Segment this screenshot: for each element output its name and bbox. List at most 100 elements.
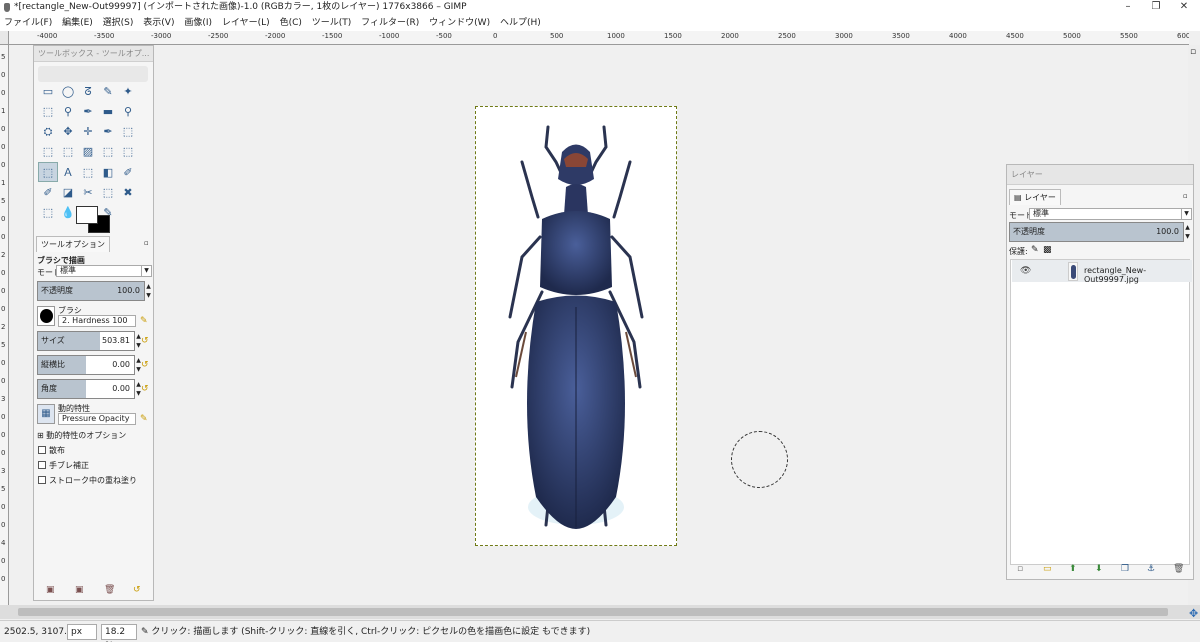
menu-filters[interactable]: フィルター(R) <box>357 15 422 31</box>
menu-file[interactable]: ファイル(F) <box>0 15 55 31</box>
brush-name-field[interactable]: 2. Hardness 100 <box>58 315 136 327</box>
menu-help[interactable]: ヘルプ(H) <box>496 15 544 31</box>
save-options-icon[interactable]: ▣ <box>46 585 55 595</box>
tool-button-icon[interactable]: ⬚ <box>38 162 58 182</box>
minimize-button[interactable]: – <box>1114 0 1142 15</box>
tool-button-icon[interactable]: ✖ <box>118 183 138 203</box>
scroll-thumb[interactable] <box>18 608 1168 616</box>
lock-pixels-icon[interactable]: ✎ <box>1031 245 1039 255</box>
opacity-spin[interactable]: ▲ ▼ <box>145 282 152 300</box>
tool-button-icon[interactable]: ⬚ <box>118 142 138 162</box>
color-area[interactable] <box>76 206 116 236</box>
delete-options-icon[interactable]: 🗑 <box>104 585 115 595</box>
tool-button-icon[interactable]: ▨ <box>78 142 98 162</box>
menu-colors[interactable]: 色(C) <box>276 15 305 31</box>
ruler-corner[interactable] <box>0 31 9 45</box>
tool-button-icon[interactable]: ⬚ <box>78 163 98 183</box>
smoothing-checkbox[interactable] <box>38 461 46 469</box>
tool-button-icon[interactable]: ᘔ <box>78 82 98 102</box>
tool-button-icon[interactable]: ⬚ <box>38 203 58 223</box>
tab-layers[interactable]: ▤ レイヤー <box>1009 189 1061 205</box>
anchor-layer-icon[interactable]: ⚓ <box>1147 564 1155 574</box>
size-slider[interactable]: サイズ 503.81 ▲ ▼ <box>37 331 141 351</box>
new-layer-icon[interactable]: ▫ <box>1017 564 1023 574</box>
scatter-checkbox[interactable] <box>38 446 46 454</box>
edit-brush-icon[interactable]: ✎ <box>140 316 148 326</box>
reset-options-icon[interactable]: ↺ <box>133 585 141 595</box>
layer-name[interactable]: rectangle_New-Out99997.jpg <box>1084 266 1192 284</box>
layer-row[interactable]: 👁 rectangle_New-Out99997.jpg <box>1012 260 1192 284</box>
horizontal-scrollbar[interactable] <box>0 605 1200 619</box>
tool-button-icon[interactable]: ✥ <box>58 122 78 142</box>
menu-windows[interactable]: ウィンドウ(W) <box>425 15 493 31</box>
foreground-color[interactable] <box>76 206 98 224</box>
tool-button-icon[interactable]: ▭ <box>38 82 58 102</box>
maximize-button[interactable]: ❐ <box>1142 0 1170 15</box>
image-canvas[interactable] <box>475 106 677 546</box>
tool-button-icon[interactable]: ◯ <box>58 82 78 102</box>
mode-select[interactable]: 標準 ▼ <box>56 265 152 277</box>
horizontal-ruler[interactable]: -4000 -3500 -3000 -2500 -2000 -1500 -1000 -500 0… <box>9 31 1189 45</box>
dynamics-preview-icon[interactable]: ▦ <box>37 404 55 424</box>
tool-button-icon[interactable]: ⬚ <box>38 142 58 162</box>
reset-aspect-icon[interactable]: ↺ <box>141 360 149 370</box>
tool-button-icon[interactable]: ✐ <box>118 163 138 183</box>
layer-opacity-slider[interactable]: 不透明度 100.0 ▲ ▼ <box>1009 222 1190 242</box>
tool-button-icon[interactable]: ⬚ <box>58 142 78 162</box>
close-button[interactable]: ✕ <box>1170 0 1198 15</box>
unit-select[interactable]: px <box>67 624 97 640</box>
tool-button-icon[interactable]: ⬚ <box>118 122 138 142</box>
wilber-drop-area[interactable] <box>38 66 148 82</box>
menu-edit[interactable]: 編集(E) <box>58 15 96 31</box>
tool-button-icon[interactable]: ⚲ <box>118 102 138 122</box>
tool-button-icon[interactable]: ◪ <box>58 183 78 203</box>
restore-options-icon[interactable]: ▣ <box>75 585 84 595</box>
tool-button-icon[interactable]: ✒ <box>98 122 118 142</box>
new-group-icon[interactable]: ▭ <box>1043 564 1052 574</box>
angle-slider[interactable]: 角度 0.00 ▲ ▼ <box>37 379 141 399</box>
tool-button-icon[interactable]: 💧 <box>58 203 78 223</box>
menu-view[interactable]: 表示(V) <box>139 15 177 31</box>
layer-opacity-spin[interactable]: ▲ ▼ <box>1184 223 1191 241</box>
tool-button-icon[interactable]: ⬚ <box>98 183 118 203</box>
tool-button-icon[interactable]: ✦ <box>118 82 138 102</box>
menu-layer[interactable]: レイヤー(L) <box>218 15 273 31</box>
tab-tool-options[interactable]: ツールオプション <box>36 236 110 252</box>
brush-preview[interactable] <box>37 306 55 326</box>
zoom-select[interactable]: 18.2 % <box>101 624 137 642</box>
tool-button-icon[interactable]: ✛ <box>78 122 98 142</box>
delete-layer-icon[interactable]: 🗑 <box>1173 564 1184 574</box>
navigate-icon[interactable]: ✥ <box>1189 607 1198 620</box>
zoom-toggle-icon[interactable]: ▫ <box>1190 47 1196 57</box>
duplicate-layer-icon[interactable]: ❐ <box>1121 564 1129 574</box>
raise-layer-icon[interactable]: ⬆ <box>1069 564 1077 574</box>
edit-dynamics-icon[interactable]: ✎ <box>140 414 148 424</box>
layers-panel-menu-icon[interactable]: ▫ <box>1183 192 1188 200</box>
dynamics-options-expander[interactable]: ⊞ 動的特性のオプション <box>37 430 126 441</box>
reset-angle-icon[interactable]: ↺ <box>141 384 149 394</box>
aspect-slider[interactable]: 縦横比 0.00 ▲ ▼ <box>37 355 141 375</box>
visibility-eye-icon[interactable]: 👁 <box>1020 266 1031 276</box>
menu-image[interactable]: 画像(I) <box>180 15 215 31</box>
vertical-ruler[interactable]: 5 0 0 1 0 0 0 1 5 0 0 2 0 0 0 2 5 0 0 3 0 0 0 3 5 0 0 4 0 0 <box>0 45 9 605</box>
tool-button-icon[interactable]: ✐ <box>38 183 58 203</box>
tool-button-icon[interactable]: ⬚ <box>38 102 58 122</box>
tool-button-icon[interactable]: ✂ <box>78 183 98 203</box>
lock-alpha-icon[interactable]: ▩ <box>1043 245 1052 255</box>
tool-button-icon[interactable]: ✎ <box>98 82 118 102</box>
tool-button-icon[interactable]: ⬚ <box>98 142 118 162</box>
panel-menu-icon[interactable]: ▫ <box>144 239 149 247</box>
tool-button-icon[interactable]: ◧ <box>98 163 118 183</box>
menu-tools[interactable]: ツール(T) <box>308 15 355 31</box>
layers-mode-select[interactable]: 標準 ▼ <box>1029 208 1192 220</box>
menu-select[interactable]: 選択(S) <box>99 15 137 31</box>
tool-button-icon[interactable]: ✒ <box>78 102 98 122</box>
reset-size-icon[interactable]: ↺ <box>141 336 149 346</box>
incremental-checkbox[interactable] <box>38 476 46 484</box>
dynamics-name-field[interactable]: Pressure Opacity <box>58 413 136 425</box>
lower-layer-icon[interactable]: ⬇ <box>1095 564 1103 574</box>
tool-button-icon[interactable]: ⛭ <box>38 122 58 142</box>
tool-button-icon[interactable]: ⚲ <box>58 102 78 122</box>
tool-button-icon[interactable]: Ａ <box>58 163 78 183</box>
tool-button-icon[interactable]: ▬ <box>98 102 118 122</box>
